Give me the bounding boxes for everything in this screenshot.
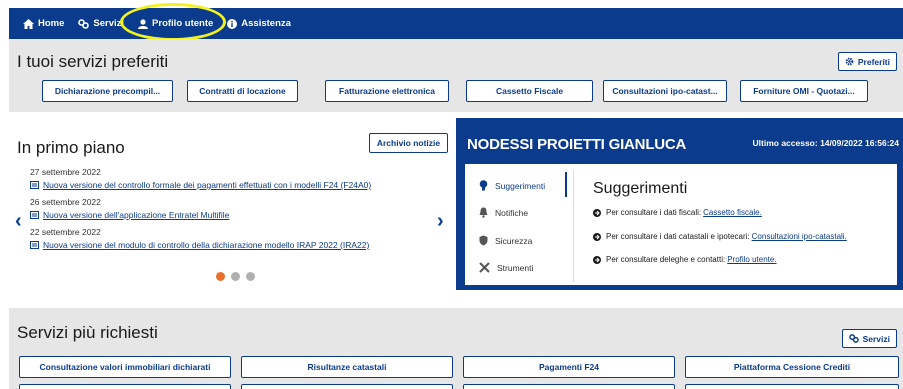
nav-servizi[interactable]: Servizi bbox=[78, 18, 124, 29]
news-date: 27 settembre 2022 bbox=[30, 167, 101, 177]
news-doc-icon bbox=[30, 181, 39, 189]
nav-assistenza-label: Assistenza bbox=[241, 18, 291, 29]
favorites-section: I tuoi servizi preferiti Preferiti Dichi… bbox=[9, 39, 903, 112]
tools-icon bbox=[479, 262, 490, 273]
arrow-circle-icon bbox=[593, 255, 601, 264]
requested-services-section: Servizi più richiesti Servizi Consultazi… bbox=[9, 308, 903, 389]
suggestion-text: Per consultare i dati fiscali: bbox=[606, 208, 702, 217]
arrow-circle-icon bbox=[593, 208, 601, 217]
preferiti-label: Preferiti bbox=[857, 56, 890, 67]
news-doc-icon bbox=[30, 211, 39, 219]
suggestion-link[interactable]: Cassetto fiscale. bbox=[703, 208, 762, 217]
services-icon bbox=[78, 18, 90, 29]
shield-icon bbox=[479, 235, 488, 246]
tab-suggerimenti[interactable]: Suggerimenti bbox=[479, 180, 545, 191]
top-navigation: Home Servizi Profilo utente Assistenza bbox=[0, 0, 903, 41]
fav-service-button[interactable]: Forniture OMI - Quotazi... bbox=[740, 80, 868, 102]
servizi-label: Servizi bbox=[862, 333, 890, 344]
news-date: 26 settembre 2022 bbox=[30, 197, 101, 207]
user-panel-content: Suggerimenti Notifiche Sicurezza Strumen… bbox=[465, 164, 897, 285]
suggestion-row: Per consultare deleghe e contatti: Profi… bbox=[593, 255, 777, 264]
archivio-notizie-button[interactable]: Archivio notizie bbox=[369, 133, 448, 153]
nav-profilo-label: Profilo utente bbox=[152, 18, 214, 29]
requested-title: Servizi più richiesti bbox=[17, 323, 158, 342]
suggestion-row: Per consultare i dati fiscali: Cassetto … bbox=[593, 208, 762, 217]
tab-label: Sicurezza bbox=[495, 235, 533, 246]
news-section: In primo piano Archivio notizie ‹ › 27 s… bbox=[9, 118, 451, 290]
info-icon bbox=[227, 18, 238, 29]
requested-service-button-partial[interactable] bbox=[463, 384, 675, 389]
suggestion-text: Per consultare i dati catastali e ipotec… bbox=[606, 232, 750, 241]
nav-assistenza[interactable]: Assistenza bbox=[227, 18, 291, 29]
carousel-dot-active[interactable] bbox=[216, 272, 225, 281]
last-access: Ultimo accesso: 14/09/2022 16:56:24 bbox=[752, 138, 899, 148]
suggestion-link[interactable]: Consultazioni ipo-catastali. bbox=[752, 232, 847, 241]
nav-servizi-label: Servizi bbox=[93, 18, 125, 29]
fav-service-button[interactable]: Consultazioni ipo-catast... bbox=[603, 80, 727, 102]
bell-icon bbox=[479, 207, 488, 218]
carousel-prev-button[interactable]: ‹ bbox=[15, 210, 22, 233]
news-link-text: Nuova versione del modulo di controllo d… bbox=[43, 240, 370, 250]
nav-home[interactable]: Home bbox=[23, 18, 64, 29]
carousel-next-button[interactable]: › bbox=[437, 210, 444, 233]
tab-divider bbox=[573, 170, 574, 282]
fav-service-button[interactable]: Contratti di locazione bbox=[187, 80, 298, 102]
requested-service-button[interactable]: Consultazione valori immobiliari dichiar… bbox=[19, 356, 231, 378]
requested-service-button[interactable]: Piattaforma Cessione Crediti bbox=[685, 356, 899, 378]
active-tab-indicator bbox=[565, 172, 567, 197]
carousel-dot[interactable] bbox=[231, 272, 240, 281]
news-link[interactable]: Nuova versione del controllo formale dei… bbox=[30, 180, 371, 190]
requested-service-button-partial[interactable] bbox=[685, 384, 899, 389]
tab-label: Strumenti bbox=[497, 262, 534, 273]
tab-label: Notifiche bbox=[495, 207, 529, 218]
fav-service-button[interactable]: Cassetto Fiscale bbox=[466, 80, 593, 102]
tab-sicurezza[interactable]: Sicurezza bbox=[479, 235, 532, 246]
suggestions-title: Suggerimenti bbox=[593, 180, 688, 197]
news-link-text: Nuova versione del controllo formale dei… bbox=[43, 180, 372, 190]
home-icon bbox=[23, 18, 34, 29]
suggestion-link[interactable]: Profilo utente. bbox=[727, 255, 776, 264]
requested-service-button-partial[interactable] bbox=[19, 384, 231, 389]
lightbulb-icon bbox=[479, 180, 488, 191]
user-panel: NODESSI PROIETTI GIANLUCA Ultimo accesso… bbox=[456, 118, 903, 290]
gear-icon bbox=[845, 57, 854, 66]
requested-service-button-partial[interactable] bbox=[241, 384, 453, 389]
carousel-dot[interactable] bbox=[246, 272, 255, 281]
news-title: In primo piano bbox=[17, 138, 125, 157]
tab-strumenti[interactable]: Strumenti bbox=[479, 262, 533, 273]
main-navbar: Home Servizi Profilo utente Assistenza bbox=[9, 8, 903, 39]
servizi-button[interactable]: Servizi bbox=[841, 329, 897, 348]
favorites-title: I tuoi servizi preferiti bbox=[17, 52, 169, 71]
nav-profilo-utente[interactable]: Profilo utente bbox=[138, 18, 213, 29]
arrow-circle-icon bbox=[593, 232, 601, 241]
news-doc-icon bbox=[30, 241, 39, 249]
fav-service-button[interactable]: Dichiarazione precompil... bbox=[42, 80, 173, 102]
fav-service-button[interactable]: Fatturazione elettronica bbox=[325, 80, 449, 102]
suggestion-row: Per consultare i dati catastali e ipotec… bbox=[593, 232, 847, 241]
suggestion-text: Per consultare deleghe e contatti: bbox=[606, 255, 726, 264]
news-date: 22 settembre 2022 bbox=[30, 227, 101, 237]
nav-home-label: Home bbox=[38, 18, 65, 29]
tab-notifiche[interactable]: Notifiche bbox=[479, 207, 528, 218]
preferiti-button[interactable]: Preferiti bbox=[837, 52, 897, 71]
news-link-text: Nuova versione dell'applicazione Entrate… bbox=[43, 210, 230, 220]
news-link[interactable]: Nuova versione dell'applicazione Entrate… bbox=[30, 210, 229, 220]
requested-service-button[interactable]: Pagamenti F24 bbox=[463, 356, 675, 378]
user-icon bbox=[138, 18, 149, 29]
tab-label: Suggerimenti bbox=[495, 180, 546, 191]
user-name: NODESSI PROIETTI GIANLUCA bbox=[467, 136, 687, 153]
services-icon bbox=[848, 334, 859, 343]
news-link[interactable]: Nuova versione del modulo di controllo d… bbox=[30, 240, 369, 250]
requested-service-button[interactable]: Risultanze catastali bbox=[241, 356, 453, 378]
